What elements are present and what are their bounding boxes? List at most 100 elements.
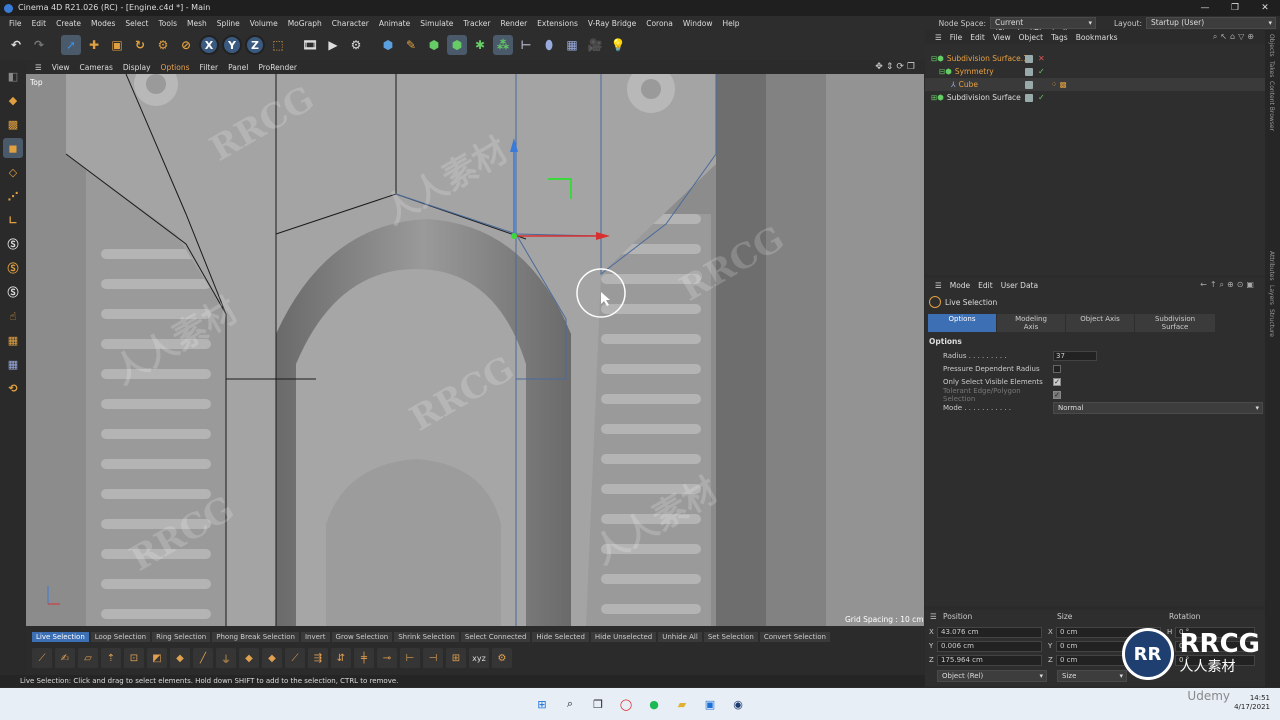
tab-modeling-axis[interactable]: Modeling Axis — [997, 314, 1065, 332]
enabled-check-icon[interactable]: ✓ — [1038, 93, 1045, 102]
hide-unselected-button[interactable]: Hide Unselected — [590, 631, 657, 642]
x-axis-lock-icon[interactable]: X — [199, 35, 219, 55]
hide-selected-button[interactable]: Hide Selected — [532, 631, 589, 642]
phong-break-selection-button[interactable]: Phong Break Selection — [212, 631, 299, 642]
stitch-icon[interactable]: ⇵ — [331, 648, 351, 668]
object-name[interactable]: Symmetry — [955, 67, 994, 76]
cloner-icon[interactable]: ✱ — [470, 35, 490, 55]
menu-extensions[interactable]: Extensions — [532, 19, 583, 28]
tab-objects[interactable]: Objects — [1268, 34, 1275, 57]
only-visible-checkbox[interactable]: ✓ — [1053, 377, 1061, 386]
3d-viewport[interactable]: RRCG 人人素材 人人素材 RRCG RRCG RRCG 人人素材 — [26, 74, 924, 626]
object-name[interactable]: Subdivision Surface.1 — [947, 54, 1028, 63]
task-view-icon[interactable]: ❐ — [589, 695, 607, 713]
subdivision-surface-icon[interactable]: ⬢ — [424, 35, 444, 55]
snap-icon[interactable]: Ⓢ — [3, 234, 23, 254]
material-tag-icon[interactable]: ⁘ ▩ — [1051, 80, 1067, 89]
obj-menu-tags[interactable]: Tags — [1047, 33, 1072, 42]
floor-icon[interactable]: ▦ — [562, 35, 582, 55]
file-explorer-icon[interactable]: ▰ — [673, 695, 691, 713]
light-icon[interactable]: 💡 — [608, 35, 628, 55]
brush-icon[interactable]: ╱ — [193, 648, 213, 668]
render-view-icon[interactable]: 🎞 — [300, 35, 320, 55]
menu-select[interactable]: Select — [120, 19, 153, 28]
center-icon[interactable]: ⊞ — [446, 648, 466, 668]
scale-icon[interactable]: ▣ — [107, 35, 127, 55]
edge-mode-icon[interactable]: ◇ — [3, 162, 23, 182]
menu-animate[interactable]: Animate — [374, 19, 415, 28]
object-row[interactable]: ⊟⬢ Subdivision Surface.1 ✕ — [925, 52, 1265, 65]
generators-icon[interactable]: ⬢ — [447, 35, 467, 55]
move-icon[interactable]: ✚ — [84, 35, 104, 55]
cube-tool-icon[interactable]: ◆ — [170, 648, 190, 668]
rotate-icon[interactable]: ↻ — [130, 35, 150, 55]
render-picture-viewer-icon[interactable]: ▶ — [323, 35, 343, 55]
attr-menu-user-data[interactable]: User Data — [997, 281, 1042, 290]
iron-icon[interactable]: ⏚ — [216, 648, 236, 668]
viewport-menu-view[interactable]: View — [47, 63, 75, 72]
quantize-icon[interactable]: Ⓢ — [3, 282, 23, 302]
menu-vray-bridge[interactable]: V-Ray Bridge — [583, 19, 641, 28]
minimize-button[interactable]: — — [1190, 0, 1220, 16]
viewport-menu-cameras[interactable]: Cameras — [75, 63, 118, 72]
bridge-icon[interactable]: ▱ — [78, 648, 98, 668]
menu-window[interactable]: Window — [678, 19, 718, 28]
menu-create[interactable]: Create — [51, 19, 86, 28]
obj-menu-object[interactable]: Object — [1015, 33, 1047, 42]
opera-icon[interactable]: ◯ — [617, 695, 635, 713]
viewport-menu-filter[interactable]: Filter — [195, 63, 224, 72]
redo-icon[interactable]: ↷ — [29, 35, 49, 55]
polygon-mode-icon[interactable]: ◼ — [3, 138, 23, 158]
grid-icon[interactable]: ▦ — [3, 330, 23, 350]
ring-selection-button[interactable]: Ring Selection — [152, 631, 211, 642]
settings-icon[interactable]: ⚙ — [492, 648, 512, 668]
live-selection-button[interactable]: Live Selection — [32, 631, 89, 642]
set-selection-button[interactable]: Set Selection — [703, 631, 758, 642]
extrude-icon[interactable]: ⇡ — [101, 648, 121, 668]
tab-options[interactable]: Options — [928, 314, 996, 332]
menu-edit[interactable]: Edit — [27, 19, 52, 28]
coordinate-system-icon[interactable]: ⬚ — [268, 35, 288, 55]
point-mode-icon[interactable]: ⋰ — [3, 186, 23, 206]
obj-menu-edit[interactable]: Edit — [966, 33, 989, 42]
visibility-toggle[interactable] — [1025, 80, 1033, 89]
tab-attributes[interactable]: Attributes — [1268, 251, 1275, 281]
position-y-input[interactable]: 0.006 cm — [937, 640, 1042, 652]
object-row[interactable]: ⊞⬢ Subdivision Surface ✓ — [925, 91, 1265, 104]
viewport-menu-prorender[interactable]: ProRender — [253, 63, 302, 72]
attribute-nav-icons[interactable]: ←↑⌕⊕⊙▣ — [1200, 280, 1257, 290]
node-space-dropdown[interactable]: Current (Standard/Physical) — [989, 17, 1096, 37]
unhide-all-button[interactable]: Unhide All — [658, 631, 702, 642]
close-button[interactable]: ✕ — [1250, 0, 1280, 16]
grow-selection-button[interactable]: Grow Selection — [331, 631, 393, 642]
visibility-toggle[interactable] — [1025, 93, 1033, 102]
slide-icon[interactable]: ⇶ — [308, 648, 328, 668]
mode-dropdown[interactable]: Normal — [1053, 401, 1263, 414]
pressure-checkbox[interactable] — [1053, 364, 1061, 373]
xyz-icon[interactable]: xyz — [469, 648, 489, 668]
pen-spline-icon[interactable]: ✎ — [401, 35, 421, 55]
object-manager-search-icons[interactable]: ⌕↖⌂▽⊕ — [1213, 32, 1257, 42]
tolerant-checkbox[interactable]: ✓ — [1053, 390, 1061, 399]
make-editable-icon[interactable]: ◧ — [3, 66, 23, 86]
viewport-solo-icon[interactable]: ▦ — [3, 354, 23, 374]
viewport-menu-options[interactable]: Options — [156, 63, 195, 72]
polygon-pen-icon[interactable]: ✍ — [55, 648, 75, 668]
cube-object-icon[interactable]: ⬢ — [378, 35, 398, 55]
obj-menu-bookmarks[interactable]: Bookmarks — [1072, 33, 1122, 42]
snap-settings-icon[interactable]: Ⓢ — [3, 258, 23, 278]
deformer-icon[interactable]: ⊢ — [516, 35, 536, 55]
invert-button[interactable]: Invert — [300, 631, 330, 642]
obj-menu-view[interactable]: View — [989, 33, 1015, 42]
layout-dropdown[interactable]: Startup (User) — [1146, 17, 1276, 29]
camera-icon[interactable]: 🎥 — [585, 35, 605, 55]
obj-menu-file[interactable]: File — [946, 33, 967, 42]
shrink-selection-button[interactable]: Shrink Selection — [394, 631, 459, 642]
menu-spline[interactable]: Spline — [212, 19, 245, 28]
tab-structure[interactable]: Structure — [1268, 309, 1275, 337]
y-axis-lock-icon[interactable]: Y — [222, 35, 242, 55]
mograph-icon[interactable]: ⁂ — [493, 35, 513, 55]
z-axis-lock-icon[interactable]: Z — [245, 35, 265, 55]
menu-modes[interactable]: Modes — [86, 19, 120, 28]
undo-icon[interactable]: ↶ — [6, 35, 26, 55]
